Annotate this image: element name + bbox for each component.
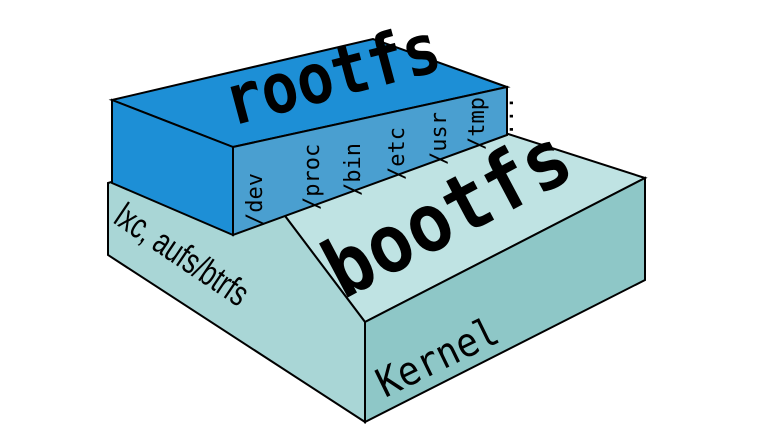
dir-bin: /bin — [341, 143, 366, 196]
dir-usr: /usr — [427, 112, 452, 165]
dir-proc: /proc — [300, 144, 325, 210]
dir-etc: /etc — [385, 127, 410, 180]
docker-fs-diagram: lxc, aufs/btrfs bootfs Kernel rootfs /de… — [107, 7, 648, 424]
dir-tmp: /tmp — [465, 97, 490, 150]
dir-more: ... — [494, 96, 519, 136]
dir-dev: /dev — [243, 173, 268, 226]
